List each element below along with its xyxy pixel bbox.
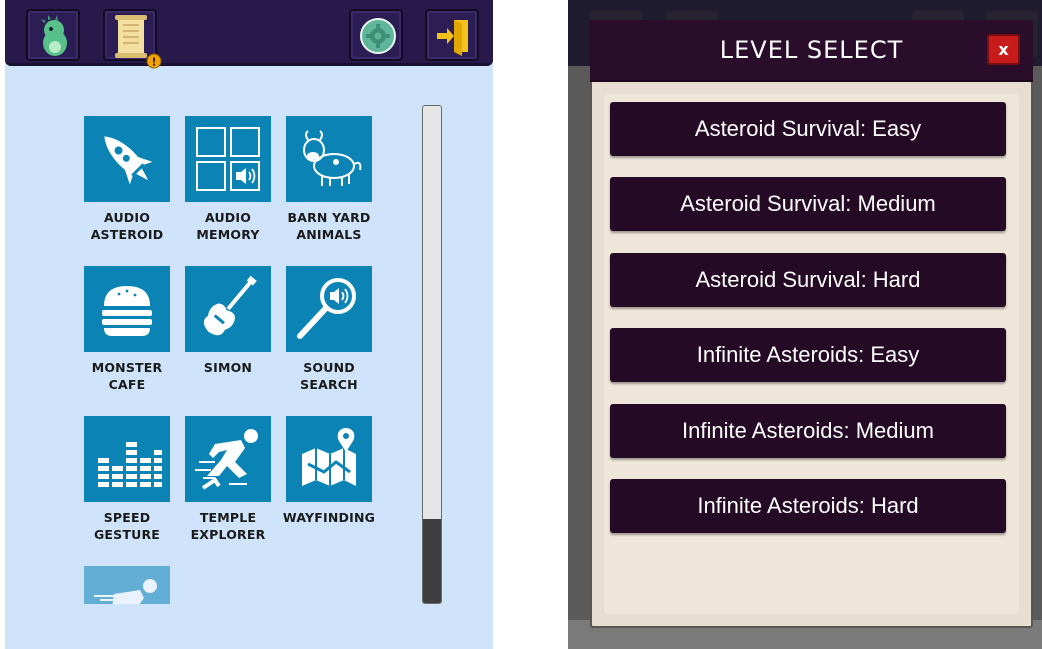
exit-door-icon xyxy=(437,20,468,56)
settings-button[interactable] xyxy=(349,9,403,61)
magnifier-sound-icon xyxy=(286,266,372,352)
game-menu-screen: ! AUDIO ASTEROID AUDIO MEMORY BARN YARD … xyxy=(5,0,493,649)
game-label: TEMPLE EXPLORER xyxy=(190,510,266,542)
guitar-icon xyxy=(185,266,271,352)
game-tile-simon[interactable]: SIMON xyxy=(185,266,271,376)
map-pin-icon xyxy=(286,416,372,502)
game-tile-temple-explorer[interactable]: TEMPLE EXPLORER xyxy=(185,416,271,543)
game-tile-monster-cafe[interactable]: MONSTER CAFE xyxy=(84,266,170,393)
level-button-asteroid-survival-hard[interactable]: Asteroid Survival: Hard xyxy=(610,253,1006,307)
game-tile-barn-yard-animals[interactable]: BARN YARD ANIMALS xyxy=(286,116,372,243)
runner-icon xyxy=(94,579,157,604)
scrollbar-track[interactable] xyxy=(422,105,442,604)
cow-icon xyxy=(286,116,372,202)
level-button-infinite-asteroids-medium[interactable]: Infinite Asteroids: Medium xyxy=(610,404,1006,458)
dialog-title: LEVEL SELECT xyxy=(719,36,904,64)
game-label: AUDIO MEMORY xyxy=(196,210,260,242)
game-tile-partial[interactable] xyxy=(84,566,170,604)
game-tile-speed-gesture[interactable]: SPEED GESTURE xyxy=(84,416,170,543)
quest-alert-badge: ! xyxy=(151,56,156,69)
memory-grid-icon xyxy=(185,116,271,202)
game-tile-sound-search[interactable]: SOUND SEARCH xyxy=(286,266,372,393)
game-label: MONSTER CAFE xyxy=(91,360,163,392)
game-label: SIMON xyxy=(203,360,253,375)
level-select-dialog: LEVEL SELECT x Asteroid Survival: Easy A… xyxy=(590,20,1033,628)
level-button-infinite-asteroids-hard[interactable]: Infinite Asteroids: Hard xyxy=(610,479,1006,533)
level-select-screen: LEVEL SELECT x Asteroid Survival: Easy A… xyxy=(568,0,1042,649)
level-button-infinite-asteroids-easy[interactable]: Infinite Asteroids: Easy xyxy=(610,328,1006,382)
game-tile-audio-asteroid[interactable]: AUDIO ASTEROID xyxy=(84,116,170,243)
game-label: SPEED GESTURE xyxy=(93,510,161,542)
equalizer-icon xyxy=(84,416,170,502)
game-tile-audio-memory[interactable]: AUDIO MEMORY xyxy=(185,116,271,243)
top-bar: ! xyxy=(5,0,493,69)
scroll-icon: ! xyxy=(115,15,162,69)
game-label: SOUND SEARCH xyxy=(300,360,358,392)
game-label: WAYFINDING xyxy=(282,510,376,525)
dinosaur-icon xyxy=(41,15,67,56)
game-label: BARN YARD ANIMALS xyxy=(287,210,371,242)
scrollbar-thumb[interactable] xyxy=(423,519,441,603)
close-button[interactable]: x xyxy=(987,34,1020,65)
gear-icon xyxy=(360,18,396,54)
rocket-icon xyxy=(84,116,170,202)
game-label: AUDIO ASTEROID xyxy=(90,210,164,242)
runner-icon xyxy=(185,416,271,502)
quest-scroll-button[interactable]: ! xyxy=(103,9,162,69)
level-button-asteroid-survival-easy[interactable]: Asteroid Survival: Easy xyxy=(610,102,1006,156)
profile-button[interactable] xyxy=(26,9,80,61)
burger-icon xyxy=(84,266,170,352)
exit-button[interactable] xyxy=(425,9,479,61)
level-button-asteroid-survival-medium[interactable]: Asteroid Survival: Medium xyxy=(610,177,1006,231)
game-tile-wayfinding[interactable]: WAYFINDING xyxy=(283,416,375,526)
dialog-header: LEVEL SELECT x xyxy=(590,20,1033,82)
